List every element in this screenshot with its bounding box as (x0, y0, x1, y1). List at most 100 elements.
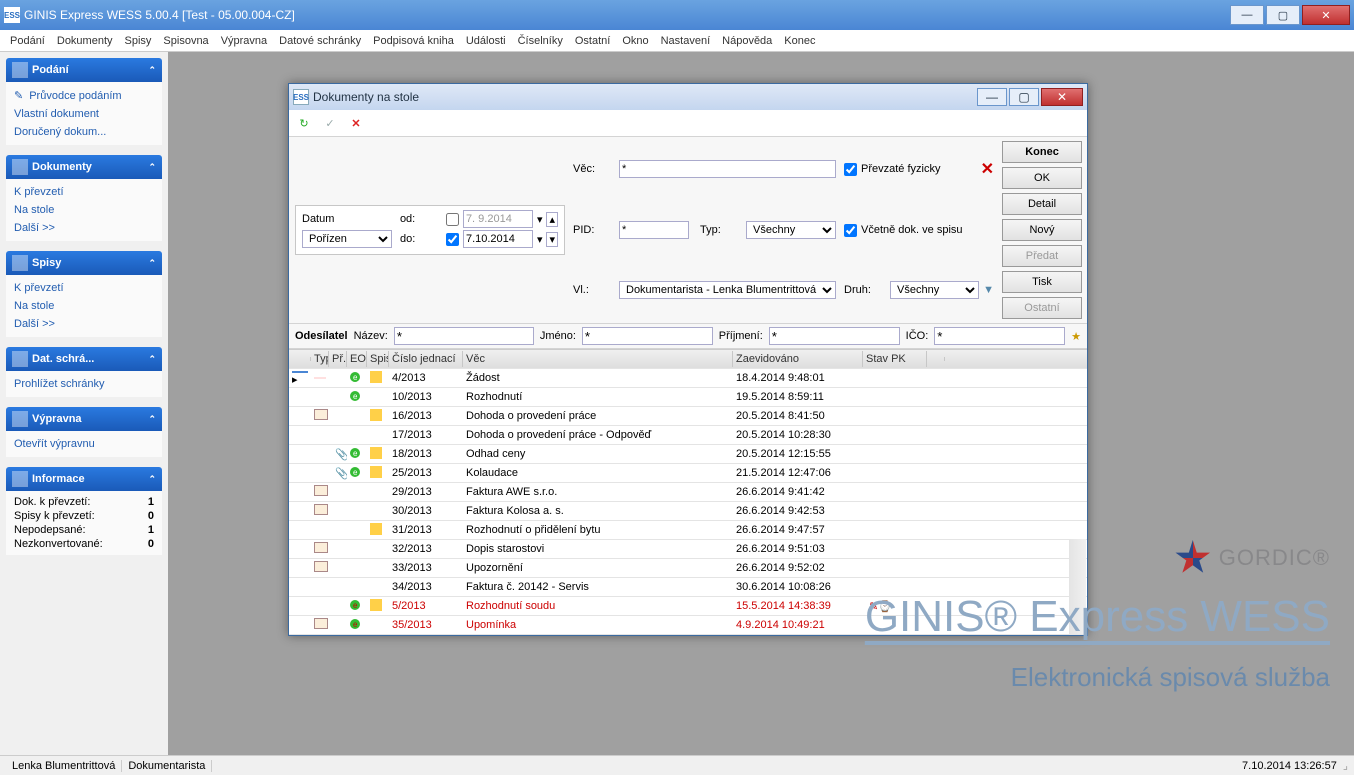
nazev-input[interactable] (394, 327, 534, 345)
sidebar-item-vlastni-dokument[interactable]: Vlastní dokument (14, 105, 154, 123)
panel-header-vypravna[interactable]: Výpravna ⌃ (6, 407, 162, 431)
refresh-button[interactable]: ↻ (293, 112, 315, 134)
menu-vypravna[interactable]: Výpravna (215, 33, 273, 49)
ostatni-button[interactable]: Ostatní (1002, 297, 1082, 319)
do-date-input[interactable] (463, 230, 533, 248)
vl-label: Vl.: (573, 284, 615, 296)
maximize-button[interactable]: ▢ (1266, 5, 1300, 25)
panel-header-informace[interactable]: Informace ⌃ (6, 467, 162, 491)
inner-maximize-button[interactable]: ▢ (1009, 88, 1039, 106)
detail-button[interactable]: Detail (1002, 193, 1082, 215)
menu-dokumenty[interactable]: Dokumenty (51, 33, 119, 49)
delete-button[interactable]: ✕ (345, 112, 367, 134)
table-row[interactable]: 33/2013Upozornění26.6.2014 9:52:02 (289, 559, 1087, 578)
prevzate-checkbox[interactable] (844, 163, 857, 176)
tisk-button[interactable]: Tisk (1002, 271, 1082, 293)
menu-ciselniky[interactable]: Číselníky (512, 33, 569, 49)
spinner-up-button[interactable]: ▴ (546, 212, 558, 227)
sidebar-item-dokumenty-nastole[interactable]: Na stole (14, 201, 154, 219)
chevron-up-icon: ⌃ (148, 354, 156, 365)
panel-header-podani[interactable]: Podání ⌃ (6, 58, 162, 82)
resize-grip-icon[interactable]: ⌟ (1343, 759, 1348, 772)
menu-napoveda[interactable]: Nápověda (716, 33, 778, 49)
sidebar-item-pruvodce[interactable]: ✎Průvodce podáním (14, 86, 154, 105)
vcetne-checkbox[interactable] (844, 224, 857, 237)
folder-icon (370, 523, 382, 535)
table-row[interactable]: 31/2013Rozhodnutí o přidělení bytu26.6.2… (289, 521, 1087, 540)
clear-filter-icon[interactable]: ✕ (981, 159, 994, 179)
panel-header-spisy[interactable]: Spisy ⌃ (6, 251, 162, 275)
konec-button[interactable]: Konec (1002, 141, 1082, 163)
panel-dokumenty: Dokumenty ⌃ K převzetí Na stole Další >> (6, 155, 162, 241)
menu-okno[interactable]: Okno (616, 33, 654, 49)
table-row[interactable]: e10/2013Rozhodnutí19.5.2014 8:59:11 (289, 388, 1087, 407)
ok-button[interactable]: OK (1002, 167, 1082, 189)
eo-icon: e (350, 372, 360, 382)
search-icon[interactable]: ★ (1071, 330, 1081, 343)
table-row[interactable]: 30/2013Faktura Kolosa a. s.26.6.2014 9:4… (289, 502, 1087, 521)
menu-konec[interactable]: Konec (778, 33, 821, 49)
sidebar-item-spisy-kprevzeti[interactable]: K převzetí (14, 279, 154, 297)
close-button[interactable]: ✕ (1302, 5, 1350, 25)
panel-header-dokumenty[interactable]: Dokumenty ⌃ (6, 155, 162, 179)
table-row[interactable]: 29/2013Faktura AWE s.r.o.26.6.2014 9:41:… (289, 483, 1087, 502)
menu-nastaveni[interactable]: Nastavení (655, 33, 717, 49)
table-row[interactable]: 16/2013Dohoda o provedení práce20.5.2014… (289, 407, 1087, 426)
sidebar-item-spisy-nastole[interactable]: Na stole (14, 297, 154, 315)
funnel-icon[interactable]: ▼ (983, 284, 994, 296)
druh-label: Druh: (844, 284, 886, 296)
vec-input[interactable] (619, 160, 836, 178)
sidebar-item-prohlizet-schranky[interactable]: Prohlížet schránky (14, 375, 154, 393)
novy-button[interactable]: Nový (1002, 219, 1082, 241)
menu-spisy[interactable]: Spisy (119, 33, 158, 49)
dropdown-icon[interactable]: ▾ (537, 213, 543, 226)
pid-label: PID: (573, 224, 615, 236)
brand-title: GINIS® Express WESS (865, 592, 1330, 642)
druh-select[interactable]: Všechny (890, 281, 979, 299)
pid-input[interactable] (619, 221, 689, 239)
inner-window-titlebar[interactable]: ESS Dokumenty na stole — ▢ ✕ (289, 84, 1087, 110)
mail-icon (314, 542, 328, 553)
table-row[interactable]: ▸e4/2013Žádost18.4.2014 9:48:01 (289, 369, 1087, 388)
sidebar-item-dokumenty-dalsi[interactable]: Další >> (14, 219, 154, 237)
table-row[interactable]: 📎e18/2013Odhad ceny20.5.2014 12:15:55 (289, 445, 1087, 464)
jmeno-input[interactable] (582, 327, 713, 345)
dropdown-icon[interactable]: ▾ (537, 233, 543, 246)
spinner-down-button[interactable]: ▾ (546, 232, 558, 247)
porizen-select[interactable]: Pořízen (302, 230, 392, 248)
sidebar-item-spisy-dalsi[interactable]: Další >> (14, 315, 154, 333)
menu-podani[interactable]: Podání (4, 33, 51, 49)
od-checkbox[interactable] (446, 213, 459, 226)
do-checkbox[interactable] (446, 233, 459, 246)
sidebar-item-dokumenty-kprevzeti[interactable]: K převzetí (14, 183, 154, 201)
panel-informace: Informace ⌃ Dok. k převzetí:1 Spisy k př… (6, 467, 162, 555)
panel-spisy: Spisy ⌃ K převzetí Na stole Další >> (6, 251, 162, 337)
menu-ostatni[interactable]: Ostatní (569, 33, 616, 49)
vl-select[interactable]: Dokumentarista - Lenka Blumentrittová (619, 281, 836, 299)
inner-close-button[interactable]: ✕ (1041, 88, 1083, 106)
info-row: Spisy k převzetí:0 (14, 509, 154, 523)
minimize-button[interactable]: — (1230, 5, 1264, 25)
sidebar-item-doruceny-dokument[interactable]: Doručený dokum... (14, 123, 154, 141)
predat-button[interactable]: Předat (1002, 245, 1082, 267)
ico-input[interactable] (934, 327, 1065, 345)
table-row[interactable]: 📎e25/2013Kolaudace21.5.2014 12:47:06 (289, 464, 1087, 483)
table-row[interactable]: 32/2013Dopis starostovi26.6.2014 9:51:03 (289, 540, 1087, 559)
inner-minimize-button[interactable]: — (977, 88, 1007, 106)
od-date-input[interactable] (463, 210, 533, 228)
typ-select[interactable]: Všechny (746, 221, 836, 239)
confirm-button[interactable]: ✓ (319, 112, 341, 134)
menu-udalosti[interactable]: Události (460, 33, 512, 49)
menu-podpis-kniha[interactable]: Podpisová kniha (367, 33, 460, 49)
prijmeni-input[interactable] (769, 327, 900, 345)
table-row[interactable]: 17/2013Dohoda o provedení práce - Odpově… (289, 426, 1087, 445)
sidebar-item-otevrit-vypravnu[interactable]: Otevřít výpravnu (14, 435, 154, 453)
menu-datove-schranky[interactable]: Datové schránky (273, 33, 367, 49)
paperclip-icon: 📎 (332, 448, 347, 462)
status-datetime: 7.10.2014 13:26:57 (1242, 760, 1337, 772)
panel-header-dat-schranky[interactable]: Dat. schrá... ⌃ (6, 347, 162, 371)
panel-vypravna: Výpravna ⌃ Otevřít výpravnu (6, 407, 162, 457)
menu-spisovna[interactable]: Spisovna (157, 33, 214, 49)
chevron-up-icon: ⌃ (148, 258, 156, 269)
vec-label: Věc: (573, 163, 615, 175)
